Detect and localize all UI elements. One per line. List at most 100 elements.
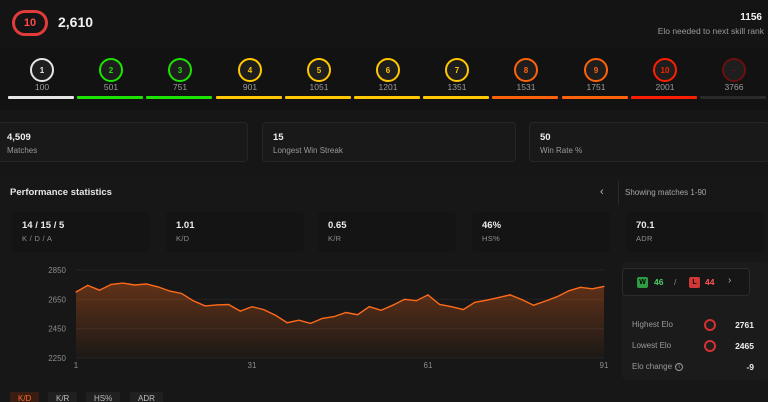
elo-data-point[interactable] <box>486 299 488 301</box>
elo-data-point[interactable] <box>462 309 464 311</box>
level-icon: 6 <box>376 58 400 82</box>
loss-badge-icon: L <box>689 277 700 288</box>
elo-change-row: Elo change i -9 <box>632 360 754 374</box>
elo-data-point[interactable] <box>568 290 570 292</box>
elo-data-point[interactable] <box>110 283 112 285</box>
level-progress-bar <box>492 96 558 99</box>
y-tick-label: 2450 <box>48 325 66 334</box>
win-loss-box[interactable]: W 46 / L 44 › <box>622 268 750 296</box>
elo-data-point[interactable] <box>544 300 546 302</box>
elo-data-point[interactable] <box>392 304 394 306</box>
elo-data-point[interactable] <box>521 299 523 301</box>
matches-card: 4,509 Matches <box>0 122 248 162</box>
elo-data-point[interactable] <box>333 316 335 318</box>
stat-value: 0.65 <box>328 220 347 231</box>
elo-data-point[interactable] <box>216 304 218 306</box>
elo-data-point[interactable] <box>579 286 582 288</box>
elo-data-point[interactable] <box>603 285 605 287</box>
level-item: 2 501 <box>77 56 145 106</box>
elo-data-point[interactable] <box>497 297 499 299</box>
level-elo-threshold: 2001 <box>655 82 675 92</box>
elo-data-point[interactable] <box>169 290 171 292</box>
tab-kd[interactable]: K/D <box>10 392 40 402</box>
level-elo-threshold: 1351 <box>447 82 467 92</box>
level-number: 2 <box>108 65 114 75</box>
elo-data-point[interactable] <box>227 303 230 306</box>
elo-data-point[interactable] <box>157 286 159 288</box>
elo-chart-svg: 2850 2650 2450 2250 1 31 61 91 <box>48 266 609 370</box>
elo-data-point[interactable] <box>145 283 147 285</box>
elo-data-point[interactable] <box>192 300 194 302</box>
elo-area-fill <box>76 283 604 358</box>
elo-data-point[interactable] <box>75 291 77 293</box>
elo-data-point[interactable] <box>474 301 476 303</box>
level-elo-threshold: 3766 <box>724 82 744 92</box>
elo-data-point[interactable] <box>450 306 453 308</box>
level-progress-bar <box>700 96 766 99</box>
elo-data-point[interactable] <box>415 300 417 302</box>
elo-data-point[interactable] <box>298 319 300 321</box>
elo-data-point[interactable] <box>181 292 183 295</box>
elo-data-point[interactable] <box>403 298 406 300</box>
elo-data-point[interactable] <box>310 322 312 324</box>
chevron-left-icon[interactable]: ‹ <box>600 186 604 198</box>
elo-data-point[interactable] <box>274 314 277 316</box>
level-icon: 4 <box>238 58 262 82</box>
elo-data-point[interactable] <box>380 309 382 311</box>
level-progress-bar <box>8 96 74 99</box>
level-icon: 8 <box>514 58 538 82</box>
tab-kr[interactable]: K/R <box>48 392 78 402</box>
chevron-right-icon[interactable]: › <box>728 275 731 286</box>
elo-data-point[interactable] <box>368 306 370 308</box>
elo-data-point[interactable] <box>439 303 441 306</box>
level-number: 3 <box>177 65 183 75</box>
elo-data-point[interactable] <box>204 305 206 307</box>
level-item: 3 751 <box>146 56 214 106</box>
stat-kr: 0.65 K/R <box>318 212 456 252</box>
elo-data-point[interactable] <box>239 310 241 312</box>
elo-data-point[interactable] <box>591 288 593 290</box>
info-icon[interactable]: i <box>675 363 684 371</box>
level-progress-bar <box>77 96 143 99</box>
level-item: 7 1351 <box>423 56 491 106</box>
level-icon: 9 <box>584 58 608 82</box>
stat-value: 1.01 <box>176 220 195 231</box>
tab-hs[interactable]: HS% <box>86 392 121 402</box>
elo-data-point[interactable] <box>98 289 101 291</box>
elo-data-point[interactable] <box>345 311 347 314</box>
stat-adr: 70.1 ADR <box>626 212 764 252</box>
elo-change-label-wrap: Elo change i <box>632 362 684 371</box>
header-bar: 10 2,610 1156 Elo needed to next skill r… <box>0 0 768 48</box>
tab-adr[interactable]: ADR <box>130 392 163 402</box>
level-icon: 5 <box>307 58 331 82</box>
wins-value: 46 <box>654 277 664 287</box>
elo-data-point[interactable] <box>286 322 288 324</box>
elo-data-point[interactable] <box>122 282 124 284</box>
level-number: 6 <box>385 65 391 75</box>
level-number: 5 <box>316 65 322 75</box>
matches-value: 4,509 <box>7 132 31 143</box>
elo-data-point[interactable] <box>427 294 429 296</box>
elo-change-label: Elo change <box>632 362 673 371</box>
elo-data-point[interactable] <box>251 306 253 308</box>
elo-data-point[interactable] <box>556 296 558 298</box>
elo-data-point[interactable] <box>87 284 89 286</box>
level-number: 10 <box>660 65 670 75</box>
skill-level-number: 10 <box>23 17 37 29</box>
level-elo-threshold: 1201 <box>378 82 398 92</box>
elo-data-point[interactable] <box>263 309 265 311</box>
elo-data-point[interactable] <box>321 317 323 319</box>
level-item: 6 1201 <box>354 56 422 106</box>
elo-data-point[interactable] <box>533 304 535 306</box>
lowest-elo-value: 2465 <box>735 341 754 351</box>
highest-elo-value: 2761 <box>735 320 754 330</box>
y-tick-label: 2850 <box>48 266 66 275</box>
level-progress-bar <box>423 96 489 99</box>
elo-data-point[interactable] <box>357 314 359 316</box>
x-tick-label: 91 <box>600 361 609 370</box>
stat-value: 14 / 15 / 5 <box>22 220 65 231</box>
level-item: 4 901 <box>216 56 284 106</box>
elo-data-point[interactable] <box>509 294 511 296</box>
elo-data-point[interactable] <box>134 284 136 286</box>
winrate-label: Win Rate % <box>540 146 583 155</box>
